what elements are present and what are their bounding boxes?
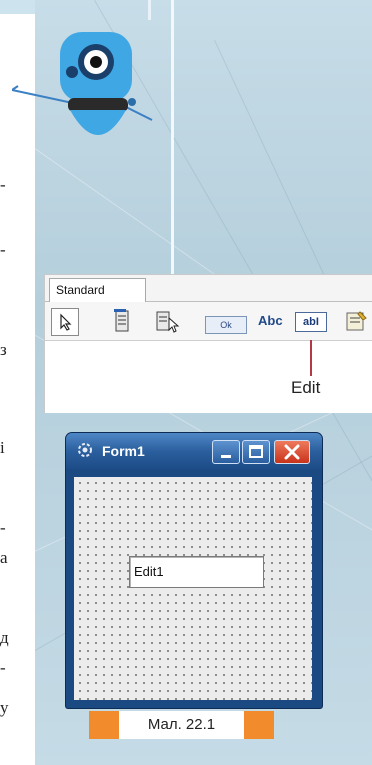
- component-palette: Standard Ok Abc abI Edit: [44, 274, 372, 413]
- margin-text-fragment: -: [0, 240, 6, 259]
- form-app-icon: [78, 443, 92, 457]
- edit-component-button[interactable]: abI: [295, 312, 327, 332]
- margin-text-fragment: і: [0, 438, 5, 457]
- edit-pointer-line: [310, 340, 312, 376]
- margin-text-fragment: а: [0, 548, 8, 567]
- button-component-button[interactable]: Ok: [205, 316, 247, 334]
- edit-caption: Edit: [291, 378, 321, 397]
- margin-text-fragment: д: [0, 628, 9, 647]
- margin-text-fragment: -: [0, 658, 6, 677]
- cursor-arrow-icon: [60, 313, 72, 331]
- edit-icon-label: ab: [303, 316, 316, 328]
- figure-caption: Мал. 22.1: [119, 711, 244, 739]
- main-menu-icon: [114, 309, 129, 332]
- edit1-field[interactable]: Edit1: [129, 556, 264, 588]
- maximize-icon: [249, 445, 263, 458]
- margin-text-fragment: -: [0, 518, 6, 537]
- pointer-tool-button[interactable]: [51, 308, 79, 336]
- minimize-icon: [221, 455, 231, 458]
- caption-accent-left: [89, 711, 119, 739]
- form-window: Form1 Edit1: [66, 433, 322, 708]
- close-icon: [284, 444, 300, 460]
- tab-standard[interactable]: Standard: [49, 278, 146, 303]
- memo-icon: [346, 311, 367, 331]
- margin-text-fragment: у: [0, 698, 9, 717]
- label-component-button[interactable]: Abc: [258, 313, 283, 331]
- memo-component-button[interactable]: [343, 308, 369, 334]
- palette-toolbar: Ok Abc abI: [45, 302, 372, 341]
- popup-menu-icon: [156, 311, 180, 333]
- form-design-grid[interactable]: Edit1: [74, 477, 312, 700]
- caption-accent-right: [244, 711, 274, 739]
- robot-mascot-icon: [12, 32, 153, 135]
- close-button[interactable]: [274, 440, 310, 464]
- main-menu-component-button[interactable]: [109, 308, 135, 334]
- popup-menu-component-button[interactable]: [153, 308, 183, 334]
- form-titlebar[interactable]: Form1: [66, 433, 322, 469]
- palette-tab-row: Standard: [45, 275, 372, 303]
- margin-text-fragment: з: [0, 340, 7, 359]
- form-title: Form1: [102, 443, 145, 459]
- margin-text-fragment: -: [0, 175, 6, 194]
- guide-line: [171, 0, 174, 275]
- maximize-button[interactable]: [242, 440, 270, 464]
- minimize-button[interactable]: [212, 440, 240, 464]
